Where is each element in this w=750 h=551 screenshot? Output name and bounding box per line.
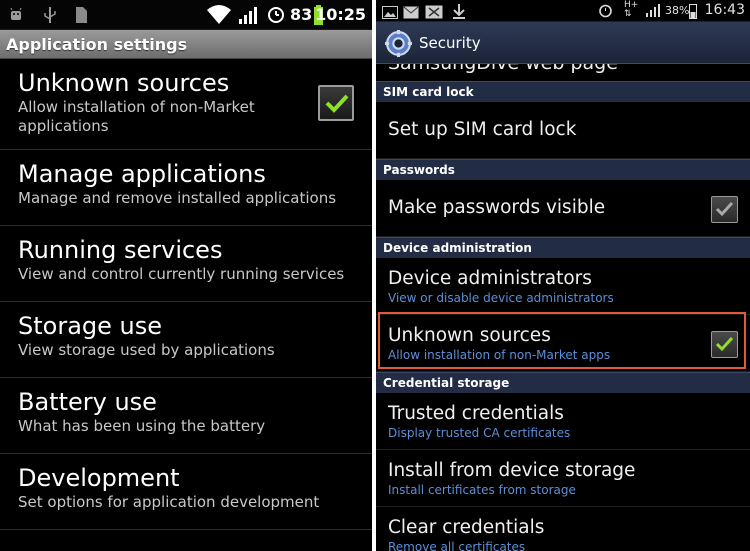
setting-device-administrators[interactable]: Device administrators View or disable de…	[376, 258, 750, 315]
clock: 10:25	[315, 5, 366, 24]
setting-cut-off[interactable]: SamsungDive web page	[376, 64, 750, 81]
setting-trusted-credentials[interactable]: Trusted credentials Display trusted CA c…	[376, 393, 750, 450]
setting-title: Unknown sources	[388, 325, 551, 346]
right-screen: H+⇅ 38% 16:43 Security SamsungDive web p…	[376, 0, 750, 551]
battery-icon	[689, 3, 697, 23]
left-screen: 83 10:25 Application settings Unknown so…	[0, 0, 372, 551]
sdcard-icon	[74, 6, 88, 28]
gallery-icon	[382, 4, 398, 23]
alarm-icon	[598, 3, 613, 22]
setting-title: Device administrators	[388, 268, 592, 289]
battery-percent: 38%	[665, 4, 690, 17]
setting-clear-credentials[interactable]: Clear credentials Remove all certificate…	[376, 507, 750, 551]
check-icon	[715, 201, 734, 217]
unknown-sources-checkbox[interactable]	[711, 331, 738, 358]
setting-subtitle: Remove all certificates	[388, 540, 526, 551]
usb-icon	[42, 6, 58, 28]
app-titlebar: Security	[376, 22, 750, 64]
setting-title: Battery use	[18, 388, 157, 416]
check-icon	[715, 336, 734, 352]
setting-title: Storage use	[18, 312, 163, 340]
setting-subtitle: Allow installation of non-Market applica…	[18, 98, 255, 135]
setting-running-services[interactable]: Running services View and control curren…	[0, 226, 372, 302]
hspa-icon: H+ ⇅	[624, 0, 639, 19]
setting-title: Development	[18, 464, 180, 492]
section-header-sim: SIM card lock	[376, 81, 750, 102]
passwords-visible-checkbox[interactable]	[711, 196, 738, 223]
setting-title: Trusted credentials	[388, 403, 564, 424]
check-icon	[325, 94, 349, 113]
setting-title: Manage applications	[18, 160, 266, 188]
setting-subtitle: What has been using the battery	[18, 417, 266, 435]
setting-subtitle: Allow installation of non-Market apps	[388, 348, 611, 362]
setting-passwords-visible[interactable]: Make passwords visible	[376, 180, 750, 237]
setting-install-from-storage[interactable]: Install from device storage Install cert…	[376, 450, 750, 507]
setting-storage-use[interactable]: Storage use View storage used by applica…	[0, 302, 372, 378]
setting-subtitle: View storage used by applications	[18, 341, 275, 359]
status-bar: H+ ⇅ 38% 16:43	[376, 0, 750, 22]
setting-development[interactable]: Development Set options for application …	[0, 454, 372, 530]
status-bar: 83 10:25	[0, 0, 372, 30]
message-icon	[425, 4, 443, 23]
battery-percent: 83	[290, 5, 313, 24]
clock: 16:43	[704, 2, 745, 18]
unknown-sources-checkbox[interactable]	[318, 85, 354, 121]
setting-title: Set up SIM card lock	[388, 119, 577, 140]
setting-manage-applications[interactable]: Manage applications Manage and remove in…	[0, 150, 372, 226]
page-title: Application settings	[0, 30, 372, 59]
setting-title: SamsungDive web page	[388, 64, 618, 74]
settings-gear-icon	[385, 30, 412, 61]
setting-subtitle: View or disable device administrators	[388, 291, 614, 305]
setting-unknown-sources[interactable]: Unknown sources Allow installation of no…	[376, 315, 750, 372]
setting-subtitle: View and control currently running servi…	[18, 265, 345, 283]
android-debug-icon	[8, 6, 24, 26]
section-header-device-admin: Device administration	[376, 237, 750, 258]
signal-icon	[645, 3, 661, 22]
setting-subtitle: Manage and remove installed applications	[18, 189, 337, 207]
setting-title: Running services	[18, 236, 223, 264]
setting-title: Install from device storage	[388, 460, 636, 481]
setting-sim-lock[interactable]: Set up SIM card lock	[376, 102, 750, 159]
wifi-icon	[206, 4, 232, 30]
alarm-icon	[266, 4, 286, 28]
setting-subtitle: Set options for application development	[18, 493, 320, 511]
page-title: Security	[419, 34, 481, 52]
section-header-credential: Credential storage	[376, 372, 750, 393]
section-header-passwords: Passwords	[376, 159, 750, 180]
setting-subtitle: Display trusted CA certificates	[388, 426, 571, 440]
setting-title: Make passwords visible	[388, 197, 606, 218]
setting-subtitle: Install certificates from storage	[388, 483, 576, 497]
setting-battery-use[interactable]: Battery use What has been using the batt…	[0, 378, 372, 454]
setting-title: Clear credentials	[388, 517, 545, 538]
download-icon	[452, 3, 466, 23]
signal-icon	[238, 5, 258, 29]
setting-unknown-sources[interactable]: Unknown sources Allow installation of no…	[0, 59, 372, 150]
mail-icon	[403, 4, 419, 23]
